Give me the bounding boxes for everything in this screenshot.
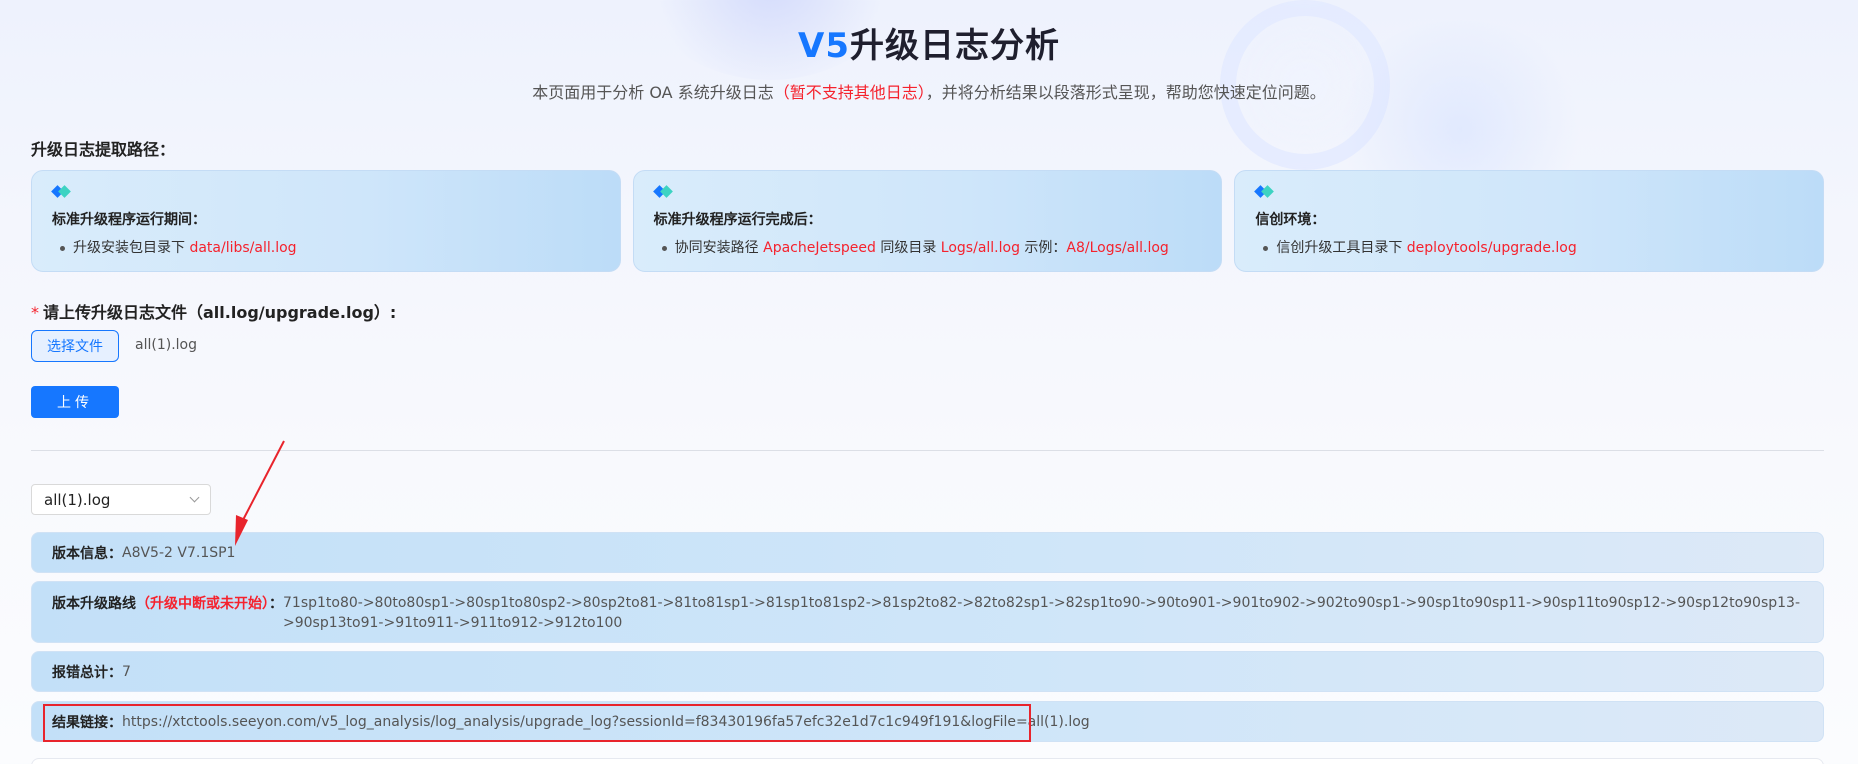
annotation-arrow-icon <box>235 440 285 546</box>
next-section-card <box>31 758 1824 764</box>
